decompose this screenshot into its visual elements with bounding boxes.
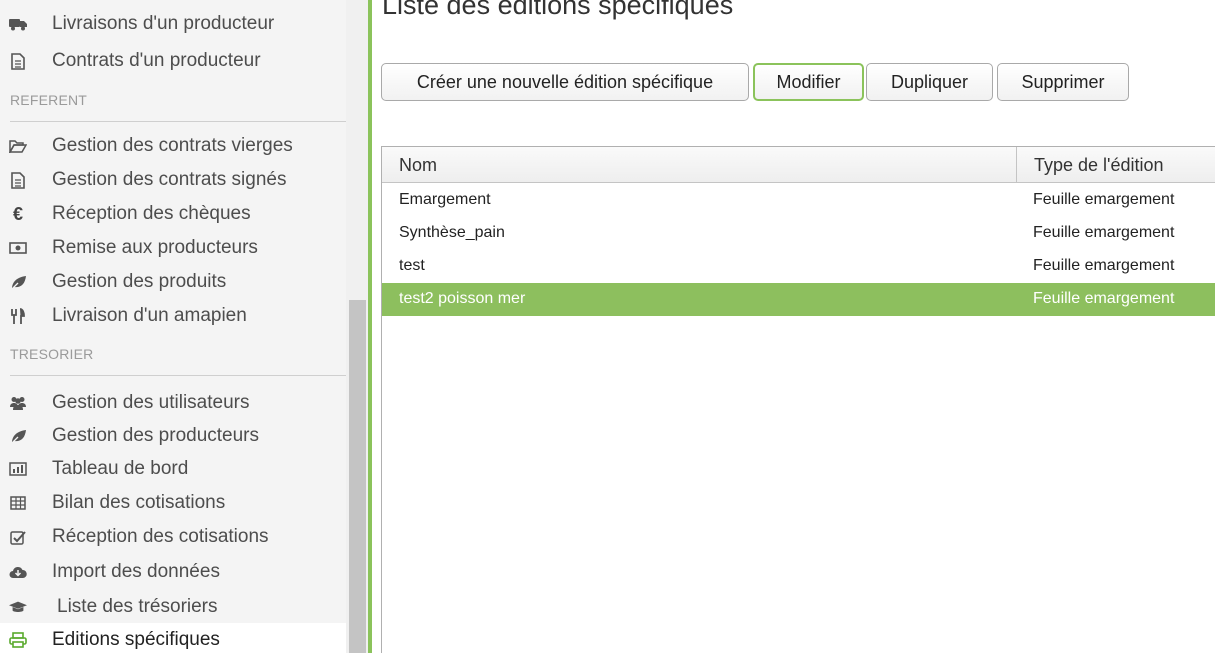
table-row[interactable]: test Feuille emargement xyxy=(382,250,1215,283)
modify-button[interactable]: Modifier xyxy=(753,63,864,101)
sidebar-item-label: Tableau de bord xyxy=(52,458,189,479)
sidebar-item-label: Gestion des produits xyxy=(52,271,227,292)
euro-icon: € xyxy=(12,203,23,224)
section-divider xyxy=(10,375,346,376)
truck-icon xyxy=(9,15,27,33)
print-icon xyxy=(9,631,27,649)
cell-type: Feuille emargement xyxy=(1033,257,1175,274)
users-icon xyxy=(9,394,27,412)
table-header: Nom Type de l'édition xyxy=(382,147,1215,183)
table-icon xyxy=(9,494,27,512)
sidebar-item-label: Gestion des producteurs xyxy=(52,425,260,446)
bar-chart-icon xyxy=(9,460,27,478)
section-divider xyxy=(10,121,346,122)
sidebar-item-label: Liste des trésoriers xyxy=(57,596,218,617)
sidebar-item-label: Import des données xyxy=(52,561,220,582)
sidebar-item-contrats-vierges[interactable]: Gestion des contrats vierges xyxy=(0,129,346,163)
cell-name: test xyxy=(399,257,425,274)
file-text-icon xyxy=(9,52,27,70)
sidebar-item-gestion-produits[interactable]: Gestion des produits xyxy=(0,265,346,299)
cell-type: Feuille emargement xyxy=(1033,224,1175,241)
cell-name: Emargement xyxy=(399,191,491,208)
sidebar-item-gestion-utilisateurs[interactable]: Gestion des utilisateurs xyxy=(0,386,346,420)
sidebar-item-label: Contrats d'un producteur xyxy=(52,50,261,71)
sidebar-item-label: Livraison d'un amapien xyxy=(52,305,247,326)
editions-table: Nom Type de l'édition Emargement Feuille… xyxy=(381,146,1215,653)
table-row[interactable]: Synthèse_pain Feuille emargement xyxy=(382,217,1215,250)
sidebar-item-liste-tresoriers[interactable]: Liste des trésoriers xyxy=(0,590,346,624)
sidebar-item-label: Remise aux producteurs xyxy=(52,237,258,258)
page-title: Liste des éditions spécifiques xyxy=(382,0,734,20)
sidebar-item-bilan-cotisations[interactable]: Bilan des cotisations xyxy=(0,486,346,520)
cell-name: Synthèse_pain xyxy=(399,224,505,241)
section-header-referent: REFERENT xyxy=(10,92,88,108)
sidebar: Livraisons d'un producteur Contrats d'un… xyxy=(0,0,346,657)
sidebar-item-label: Réception des chèques xyxy=(52,203,251,224)
cell-type: Feuille emargement xyxy=(1033,290,1175,307)
sidebar-item-label: Gestion des contrats vierges xyxy=(52,135,293,156)
duplicate-button[interactable]: Dupliquer xyxy=(866,63,993,101)
sidebar-item-label: Livraisons d'un producteur xyxy=(52,13,275,34)
sidebar-item-import-donnees[interactable]: Import des données xyxy=(0,555,346,589)
column-separator[interactable] xyxy=(1016,147,1017,183)
money-icon xyxy=(9,239,27,257)
cell-type: Feuille emargement xyxy=(1033,191,1175,208)
table-row[interactable]: Emargement Feuille emargement xyxy=(382,184,1215,217)
content-divider xyxy=(368,0,372,653)
create-edition-button[interactable]: Créer une nouvelle édition spécifique xyxy=(381,63,749,101)
sidebar-item-gestion-producteurs[interactable]: Gestion des producteurs xyxy=(0,419,346,453)
sidebar-item-remise-producteurs[interactable]: Remise aux producteurs xyxy=(0,231,346,265)
sidebar-item-livraisons-producteur[interactable]: Livraisons d'un producteur xyxy=(0,7,346,41)
sidebar-item-editions-specifiques[interactable]: Editions spécifiques xyxy=(0,623,346,657)
sidebar-item-contrats-signes[interactable]: Gestion des contrats signés xyxy=(0,163,346,197)
table-row-selected[interactable]: test2 poisson mer Feuille emargement xyxy=(382,283,1215,316)
sidebar-item-tableau-de-bord[interactable]: Tableau de bord xyxy=(0,452,346,486)
sidebar-item-contrats-producteur[interactable]: Contrats d'un producteur xyxy=(0,44,346,78)
sidebar-item-label: Editions spécifiques xyxy=(52,629,220,650)
check-square-icon xyxy=(9,528,27,546)
leaf-icon xyxy=(9,427,27,445)
sidebar-item-label: Gestion des contrats signés xyxy=(52,169,287,190)
section-header-tresorier: TRESORIER xyxy=(10,346,94,362)
cutlery-icon xyxy=(9,307,27,325)
column-header-name[interactable]: Nom xyxy=(399,155,437,176)
sidebar-scrollbar-thumb[interactable] xyxy=(349,300,366,653)
cell-name: test2 poisson mer xyxy=(399,290,526,307)
graduation-cap-icon xyxy=(9,598,27,616)
file-text-icon xyxy=(9,171,27,189)
leaf-icon xyxy=(9,273,27,291)
column-header-type[interactable]: Type de l'édition xyxy=(1034,155,1164,176)
delete-button[interactable]: Supprimer xyxy=(997,63,1129,101)
cloud-download-icon xyxy=(9,563,27,581)
sidebar-item-livraison-amapien[interactable]: Livraison d'un amapien xyxy=(0,299,346,333)
sidebar-item-label: Bilan des cotisations xyxy=(52,492,226,513)
folder-open-icon xyxy=(9,137,27,155)
sidebar-item-reception-cheques[interactable]: € Réception des chèques xyxy=(0,197,346,231)
sidebar-item-reception-cotisations[interactable]: Réception des cotisations xyxy=(0,520,346,554)
sidebar-item-label: Réception des cotisations xyxy=(52,526,269,547)
sidebar-item-label: Gestion des utilisateurs xyxy=(52,392,250,413)
